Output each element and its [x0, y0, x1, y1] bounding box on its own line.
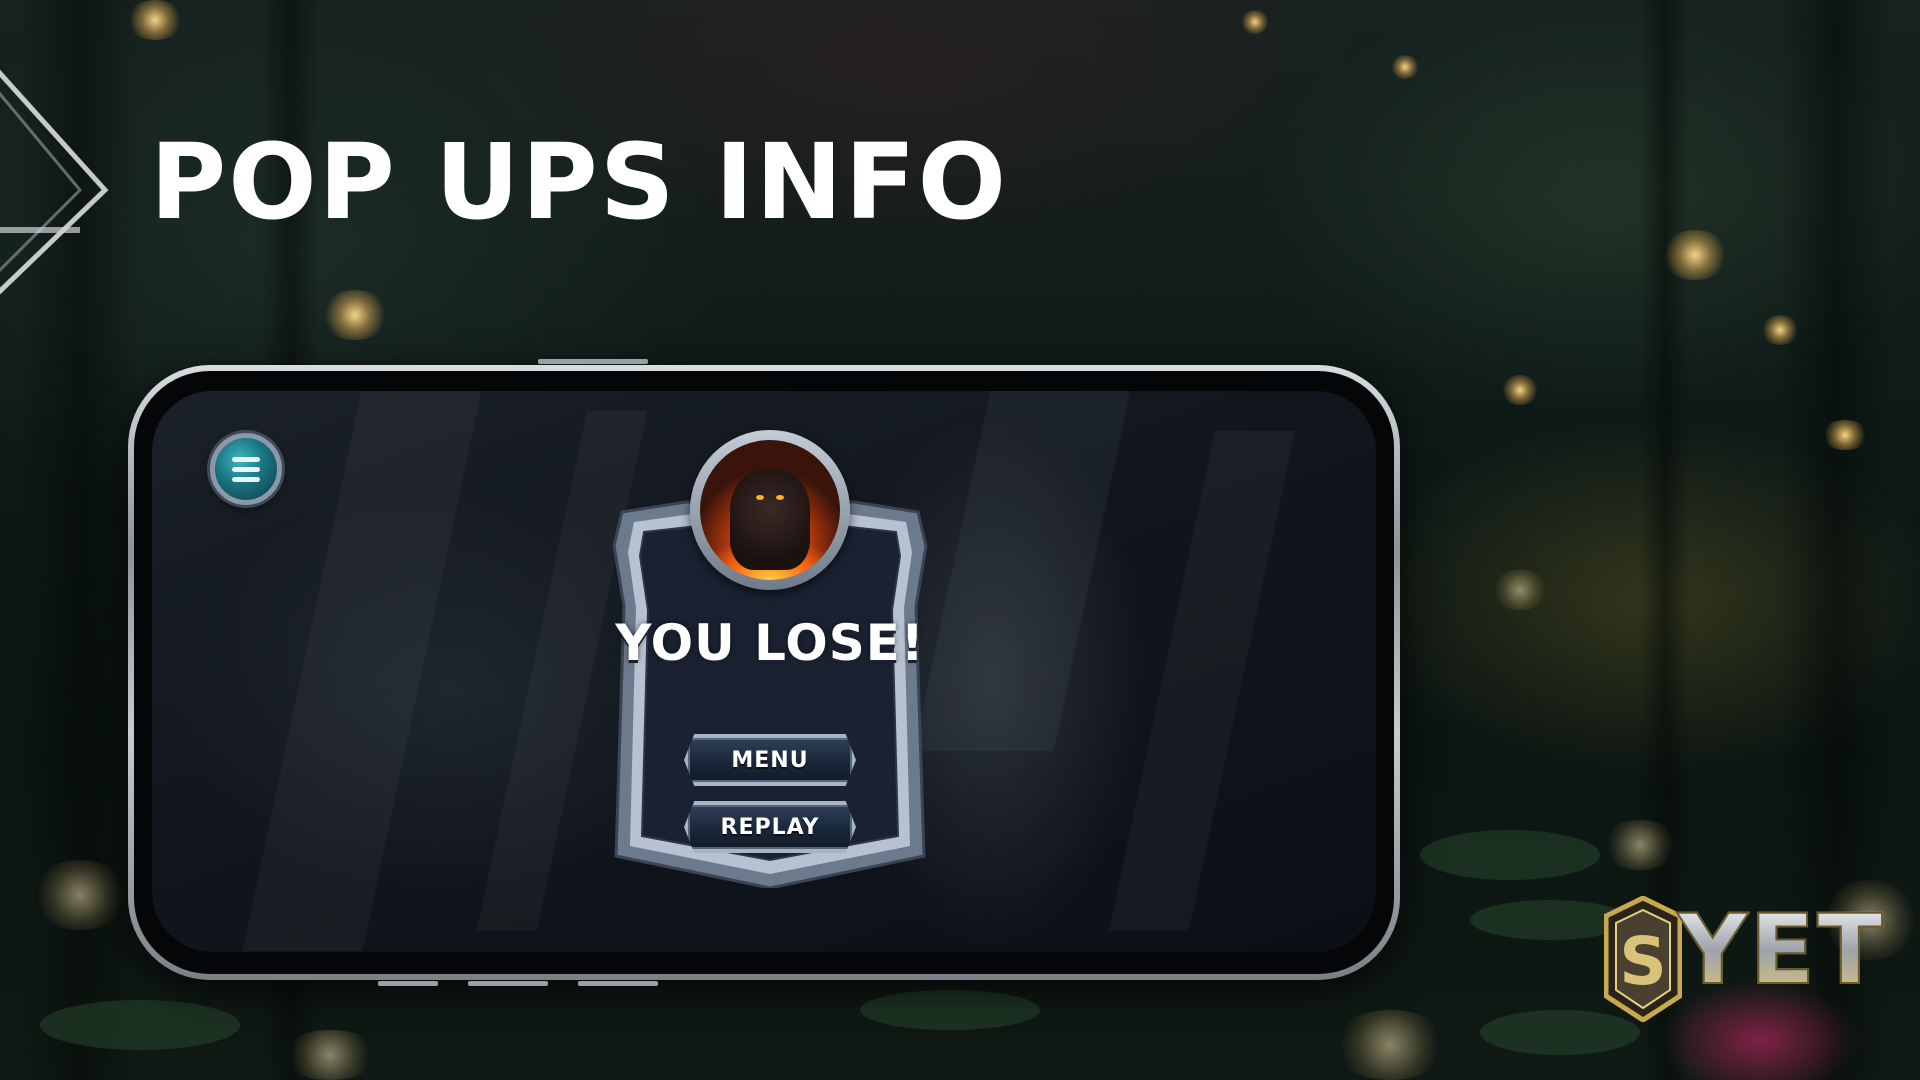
lily-pad	[40, 1000, 240, 1050]
brand-wordmark: YET	[1677, 894, 1885, 1006]
hamburger-menu-icon	[232, 466, 260, 472]
replay-button[interactable]: REPLAY	[684, 801, 856, 853]
game-screen: YOU LOSE! MENU REPLAY	[152, 391, 1376, 952]
phone-side-button	[468, 981, 548, 986]
bg-rock	[913, 391, 1131, 751]
firefly-glow	[125, 0, 185, 40]
phone-mockup: YOU LOSE! MENU REPLAY	[128, 359, 1400, 986]
popup-title: YOU LOSE!	[615, 614, 925, 672]
firefly-glow	[1660, 230, 1730, 280]
menu-button-label: MENU	[731, 747, 809, 773]
firefly-glow	[1240, 10, 1270, 34]
page-title: POP UPS INFO	[150, 121, 1009, 243]
water-lily	[1600, 820, 1680, 870]
golem-eye	[776, 495, 784, 500]
firefly-glow	[320, 290, 390, 340]
firefly-glow	[1820, 420, 1870, 450]
phone-side-button	[538, 359, 648, 364]
lava-golem-avatar-icon	[700, 440, 840, 580]
hamburger-menu-button[interactable]	[210, 433, 282, 505]
glass-prism-decoration	[0, 69, 109, 295]
firefly-glow	[1760, 315, 1800, 345]
water-lily	[1330, 1010, 1450, 1080]
brand-logo: S YET	[1604, 896, 1884, 1026]
lily-pad	[860, 990, 1040, 1030]
bg-rock	[1108, 431, 1296, 931]
brand-emblem-letter: S	[1619, 923, 1667, 1000]
lily-pad	[1420, 830, 1600, 880]
phone-bezel: YOU LOSE! MENU REPLAY	[134, 371, 1394, 974]
golem-eye	[756, 495, 764, 500]
firefly-glow	[1500, 375, 1540, 405]
lose-popup: YOU LOSE! MENU REPLAY	[612, 430, 928, 888]
golem-silhouette	[730, 470, 810, 570]
phone-side-button	[378, 981, 438, 986]
game-showcase-stage: POP UPS INFO YOU LOSE! MENU REPLAY S YET	[0, 0, 1920, 1080]
water-lily	[1490, 570, 1550, 610]
phone-side-button	[578, 981, 658, 986]
firefly-glow	[1390, 55, 1420, 79]
hamburger-menu-icon	[232, 456, 260, 462]
brand-emblem-icon: S	[1604, 896, 1682, 1022]
opponent-avatar	[690, 430, 850, 590]
hamburger-menu-icon	[232, 476, 260, 482]
water-lily	[280, 1030, 380, 1080]
water-lily	[30, 860, 130, 930]
menu-button[interactable]: MENU	[684, 734, 856, 786]
replay-button-label: REPLAY	[720, 814, 820, 840]
